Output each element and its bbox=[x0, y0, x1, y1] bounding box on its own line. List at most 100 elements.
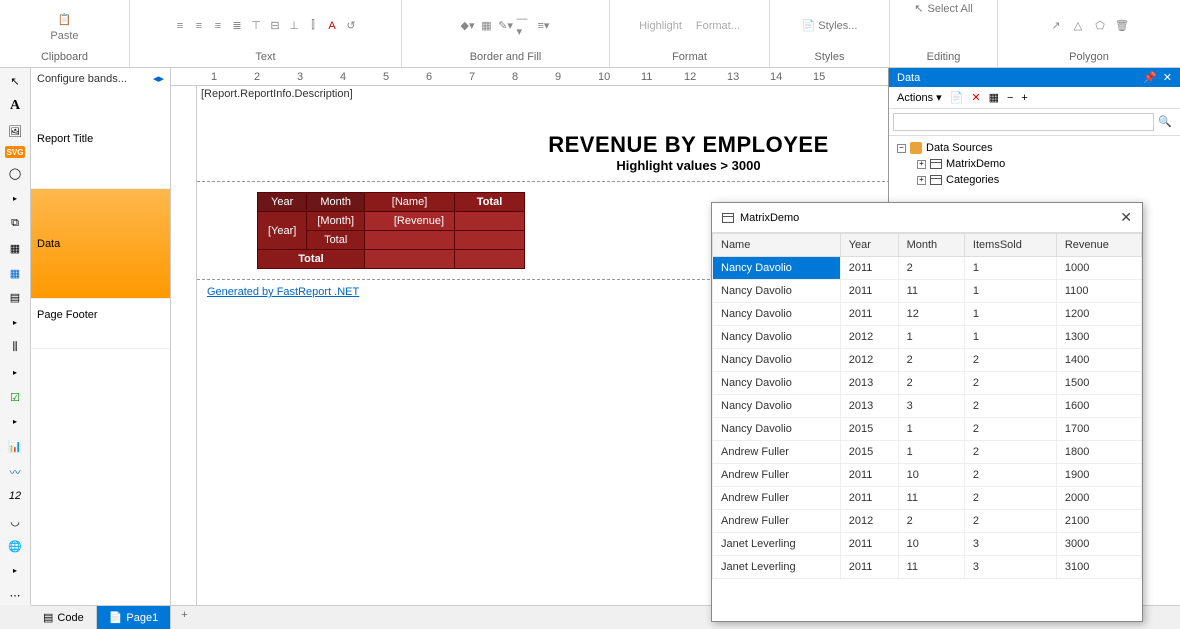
line-width-icon[interactable]: —▾ bbox=[517, 18, 533, 34]
grid-cell[interactable]: 2011 bbox=[840, 280, 898, 303]
valign-top-icon[interactable]: ⊤ bbox=[248, 18, 264, 34]
mx-inner-total-v1[interactable] bbox=[365, 231, 455, 250]
grid-cell[interactable]: 1300 bbox=[1056, 326, 1141, 349]
number-tool[interactable]: 12 bbox=[3, 487, 27, 506]
grid-cell[interactable]: Andrew Fuller bbox=[713, 441, 841, 464]
plus-icon[interactable]: + bbox=[1021, 92, 1027, 104]
tree-toggle-categories[interactable]: + bbox=[917, 176, 926, 185]
mx-inner-total[interactable]: Total bbox=[307, 231, 365, 250]
text-tool[interactable]: A bbox=[3, 97, 27, 116]
grid-cell[interactable]: Nancy Davolio bbox=[713, 257, 841, 280]
table-row[interactable]: Nancy Davolio2012221400 bbox=[713, 349, 1142, 372]
copy-tool[interactable]: ⧉ bbox=[3, 214, 27, 233]
grid-cell[interactable]: 2011 bbox=[840, 303, 898, 326]
collapse-icon[interactable]: ◂▸ bbox=[153, 72, 164, 85]
grid-cell[interactable]: 2012 bbox=[840, 349, 898, 372]
grid-cell[interactable]: 2012 bbox=[840, 326, 898, 349]
styles-button[interactable]: Styles... bbox=[818, 20, 857, 32]
band-page-footer[interactable]: Page Footer bbox=[31, 299, 170, 349]
grid-cell[interactable]: 2 bbox=[898, 257, 964, 280]
mx-grand-v2[interactable] bbox=[455, 250, 525, 269]
gauge-tool[interactable]: ◡ bbox=[3, 512, 27, 531]
select-all-button[interactable]: ↖ Select All bbox=[914, 2, 972, 15]
grid-column-header[interactable]: Revenue bbox=[1056, 234, 1141, 257]
band-data[interactable]: Data bbox=[31, 189, 170, 299]
matrix-object[interactable]: Year Month [Name] Total [Year] [Month] [… bbox=[257, 192, 525, 269]
minus-icon[interactable]: − bbox=[1007, 92, 1013, 104]
close-panel-icon[interactable]: ✕ bbox=[1163, 71, 1172, 84]
mx-grand-total[interactable]: Total bbox=[258, 250, 365, 269]
grid-cell[interactable]: 3000 bbox=[1056, 533, 1141, 556]
grid-cell[interactable]: 1100 bbox=[1056, 280, 1141, 303]
table-row[interactable]: Andrew Fuller2015121800 bbox=[713, 441, 1142, 464]
fill-icon[interactable]: ◆▾ bbox=[460, 18, 476, 34]
shape-tool[interactable]: ◯ bbox=[3, 164, 27, 183]
table-row[interactable]: Nancy Davolio2011211000 bbox=[713, 257, 1142, 280]
data-search-input[interactable] bbox=[893, 113, 1154, 131]
valign-middle-icon[interactable]: ⊟ bbox=[267, 18, 283, 34]
grid-cell[interactable]: 2 bbox=[964, 395, 1056, 418]
mx-total-header[interactable]: Total bbox=[455, 193, 525, 212]
table-row[interactable]: Nancy Davolio2015121700 bbox=[713, 418, 1142, 441]
table-row[interactable]: Nancy Davolio20111211200 bbox=[713, 303, 1142, 326]
grid-column-header[interactable]: Month bbox=[898, 234, 964, 257]
table-row[interactable]: Nancy Davolio2013221500 bbox=[713, 372, 1142, 395]
image-tool[interactable]: 🖼 bbox=[3, 122, 27, 141]
mx-month-cell[interactable]: [Month] bbox=[307, 212, 365, 231]
close-icon[interactable]: ✕ bbox=[1120, 209, 1132, 226]
grid-cell[interactable]: Nancy Davolio bbox=[713, 280, 841, 303]
grid-cell[interactable]: Andrew Fuller bbox=[713, 464, 841, 487]
grid-cell[interactable]: 1 bbox=[964, 303, 1056, 326]
expand-v-icon[interactable]: ▸ bbox=[3, 189, 27, 208]
rotate-icon[interactable]: ↺ bbox=[343, 18, 359, 34]
grid-cell[interactable]: 2 bbox=[964, 372, 1056, 395]
grid-cell[interactable]: 2011 bbox=[840, 533, 898, 556]
grid-cell[interactable]: 2011 bbox=[840, 487, 898, 510]
align-left-icon[interactable]: ≡ bbox=[172, 18, 188, 34]
configure-bands[interactable]: Configure bands... ◂▸ bbox=[31, 68, 170, 89]
mx-month-header[interactable]: Month bbox=[307, 193, 365, 212]
align-justify-icon[interactable]: ≣ bbox=[229, 18, 245, 34]
tree-matrixdemo-label[interactable]: MatrixDemo bbox=[946, 158, 1005, 170]
grid-cell[interactable]: Nancy Davolio bbox=[713, 418, 841, 441]
grid-cell[interactable]: 3 bbox=[898, 395, 964, 418]
grid-column-header[interactable]: Name bbox=[713, 234, 841, 257]
pin-icon[interactable]: 📌 bbox=[1143, 71, 1157, 84]
tab-page1[interactable]: 📄 Page1 bbox=[97, 606, 172, 629]
chart-tool[interactable]: 📊 bbox=[3, 437, 27, 456]
grid-cell[interactable]: 2 bbox=[964, 418, 1056, 441]
grid-cell[interactable]: 2 bbox=[964, 487, 1056, 510]
grid-cell[interactable]: 2 bbox=[898, 372, 964, 395]
grid-cell[interactable]: 2000 bbox=[1056, 487, 1141, 510]
grid-cell[interactable]: 2011 bbox=[840, 556, 898, 579]
grid-cell[interactable]: 1500 bbox=[1056, 372, 1141, 395]
view-icon[interactable]: ▦ bbox=[989, 91, 999, 104]
font-color-icon[interactable]: A bbox=[324, 18, 340, 34]
globe-tool[interactable]: 🌐 bbox=[3, 537, 27, 556]
table-row[interactable]: Andrew Fuller20111122000 bbox=[713, 487, 1142, 510]
matrixdemo-grid-window[interactable]: MatrixDemo ✕ NameYearMonthItemsSoldReven… bbox=[711, 202, 1143, 622]
grid-cell[interactable]: 1400 bbox=[1056, 349, 1141, 372]
more-tool[interactable]: ⋯ bbox=[3, 586, 27, 605]
vertical-text-icon[interactable]: ⫿ bbox=[305, 18, 321, 34]
grid-cell[interactable]: 11 bbox=[898, 556, 964, 579]
pointer-tool[interactable]: ↖ bbox=[3, 72, 27, 91]
sparkline-tool[interactable]: 〰 bbox=[3, 462, 27, 481]
data-grid[interactable]: NameYearMonthItemsSoldRevenue Nancy Davo… bbox=[712, 233, 1142, 579]
grid-cell[interactable]: 2 bbox=[898, 349, 964, 372]
grid-cell[interactable]: 3 bbox=[964, 556, 1056, 579]
new-icon[interactable]: 📄 bbox=[950, 91, 964, 104]
grid-cell[interactable]: 12 bbox=[898, 303, 964, 326]
grid-cell[interactable]: 2013 bbox=[840, 372, 898, 395]
grid-cell[interactable]: 1 bbox=[964, 257, 1056, 280]
grid-cell[interactable]: 3 bbox=[964, 533, 1056, 556]
grid-cell[interactable]: 1200 bbox=[1056, 303, 1141, 326]
grid-cell[interactable]: Andrew Fuller bbox=[713, 510, 841, 533]
grid-cell[interactable]: Nancy Davolio bbox=[713, 372, 841, 395]
grid-cell[interactable]: Andrew Fuller bbox=[713, 487, 841, 510]
grid-cell[interactable]: Janet Leverling bbox=[713, 533, 841, 556]
grid-cell[interactable]: 2 bbox=[964, 510, 1056, 533]
delete-icon[interactable]: ✕ bbox=[971, 91, 980, 104]
grid-cell[interactable]: 1 bbox=[898, 441, 964, 464]
grid-cell[interactable]: 1 bbox=[898, 326, 964, 349]
